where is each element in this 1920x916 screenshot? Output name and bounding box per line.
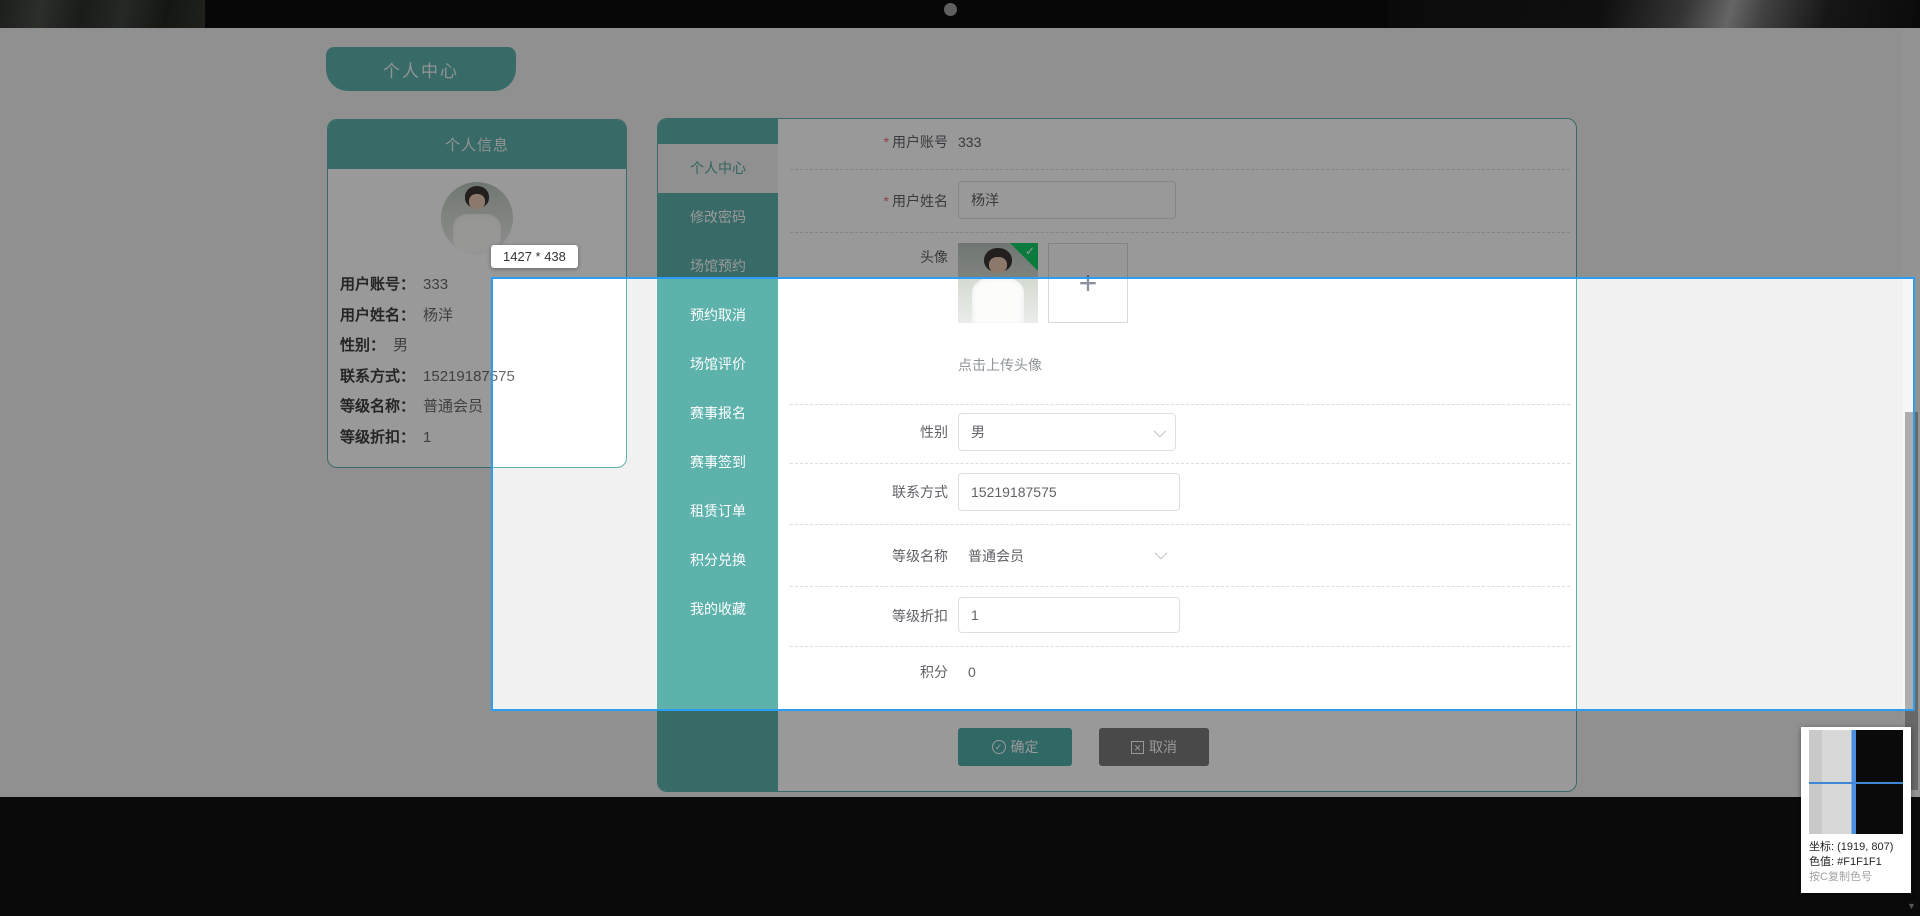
account-value: 333 bbox=[958, 134, 982, 150]
color-picker-panel: 坐标: (1919, 807) 色值: #F1F1F1 按C复制色号 bbox=[1801, 727, 1911, 893]
profile-value: 1 bbox=[423, 428, 432, 446]
name-input[interactable] bbox=[958, 181, 1176, 219]
profile-card-title: 个人信息 bbox=[444, 137, 509, 154]
menu-item-personal-center[interactable]: 个人中心 bbox=[658, 144, 778, 193]
recording-dot bbox=[944, 3, 957, 16]
screen: 个人中心 个人信息 用户账号： 333 用户姓名： 杨洋 性别： 男 联系方式： bbox=[0, 0, 1920, 916]
circle-check-icon: ✓ bbox=[991, 740, 1006, 754]
account-label: * 用户账号 bbox=[883, 134, 948, 150]
avatar-face bbox=[469, 194, 485, 209]
profile-value: 333 bbox=[423, 276, 449, 293]
profile-value: 普通会员 bbox=[423, 398, 484, 415]
top-bar bbox=[0, 0, 1920, 28]
profile-card-header: 个人信息 bbox=[328, 120, 626, 169]
capture-selection-region[interactable] bbox=[491, 277, 1915, 711]
capture-size-tooltip: 1427 * 438 bbox=[491, 245, 578, 268]
avatar-photo bbox=[441, 182, 513, 254]
magnifier-crosshair bbox=[1809, 782, 1903, 784]
picker-color-value: 色值: #F1F1F1 bbox=[1809, 856, 1882, 868]
menu-item-change-password[interactable]: 修改密码 bbox=[658, 193, 778, 242]
top-right-photo-fragment bbox=[1388, 0, 1920, 28]
page-title-tab: 个人中心 bbox=[326, 47, 516, 91]
check-icon: ✓ bbox=[1024, 244, 1035, 258]
scrollbar-down-arrow-icon[interactable]: ▼ bbox=[1903, 896, 1920, 916]
confirm-button[interactable]: ✓ 确定 bbox=[958, 728, 1072, 766]
page-title: 个人中心 bbox=[383, 61, 459, 81]
required-mark: * bbox=[883, 134, 889, 150]
profile-value: 杨洋 bbox=[423, 306, 454, 324]
row-divider bbox=[790, 169, 1570, 170]
required-mark: * bbox=[883, 193, 889, 209]
square-close-icon: ✕ bbox=[1131, 740, 1144, 754]
profile-label: 等级名称： bbox=[340, 398, 416, 415]
row-divider bbox=[790, 232, 1570, 233]
avatar-face bbox=[989, 256, 1007, 273]
pixel-magnifier bbox=[1809, 730, 1903, 834]
profile-label: 用户姓名： bbox=[340, 306, 416, 324]
picker-coords: 坐标: (1919, 807) bbox=[1809, 841, 1894, 853]
name-label: * 用户姓名 bbox=[883, 193, 948, 209]
top-left-photo-fragment bbox=[0, 0, 205, 28]
profile-label: 性别： bbox=[340, 337, 386, 354]
profile-avatar bbox=[441, 182, 513, 254]
profile-label: 等级折扣： bbox=[340, 428, 416, 446]
bottom-black-area bbox=[0, 797, 1920, 916]
profile-label: 用户账号： bbox=[340, 276, 416, 293]
avatar-label: 头像 bbox=[920, 249, 948, 265]
picker-copy-hint: 按C复制色号 bbox=[1809, 871, 1872, 883]
profile-value: 男 bbox=[393, 337, 409, 354]
cancel-button[interactable]: ✕ 取消 bbox=[1099, 728, 1209, 766]
profile-label: 联系方式： bbox=[340, 367, 416, 385]
